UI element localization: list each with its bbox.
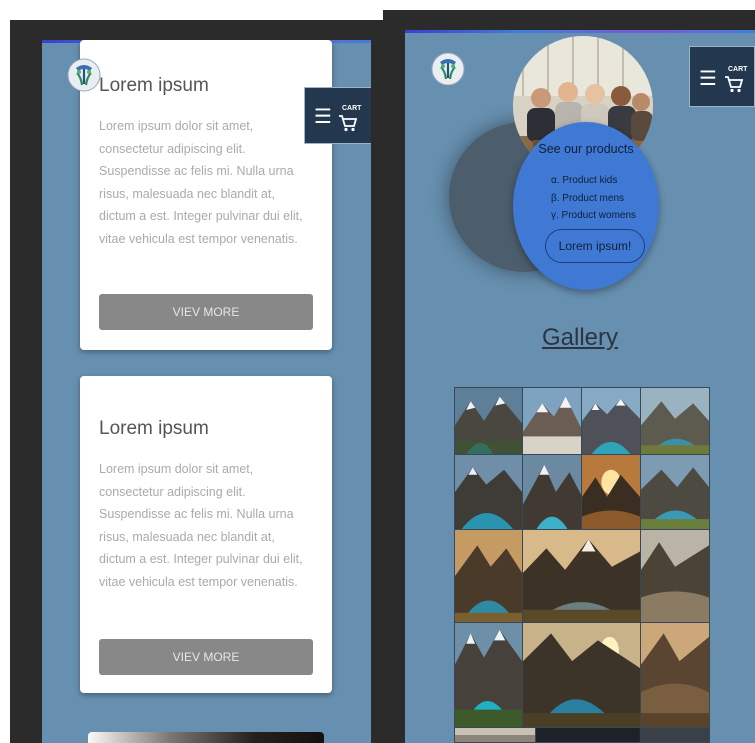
content-card: Lorem ipsum Lorem ipsum dolor sit amet, … — [80, 40, 332, 350]
top-accent-line — [405, 30, 755, 33]
gallery-image[interactable] — [640, 454, 710, 530]
gallery-image[interactable] — [640, 529, 710, 623]
card-text: Lorem ipsum dolor sit amet, consectetur … — [99, 462, 303, 589]
products-title: See our products — [538, 142, 634, 156]
gallery-image[interactable] — [454, 387, 523, 455]
left-phone-frame: Lorem ipsum Lorem ipsum dolor sit amet, … — [10, 20, 383, 743]
gallery-image[interactable] — [535, 727, 710, 743]
gallery-image[interactable] — [454, 622, 523, 728]
cart-icon[interactable] — [338, 114, 358, 132]
gallery-image[interactable] — [522, 387, 582, 455]
logo-icon[interactable] — [431, 52, 465, 86]
view-more-button[interactable]: VIEV MORE — [99, 639, 313, 675]
lorem-ipsum-button[interactable]: Lorem ipsum! — [545, 229, 645, 263]
content-card: Lorem ipsum Lorem ipsum dolor sit amet, … — [80, 376, 332, 693]
gallery-image[interactable] — [581, 454, 641, 530]
hamburger-icon[interactable]: ☰ — [699, 69, 717, 89]
gallery-title[interactable]: Gallery — [405, 324, 755, 352]
card-title: Lorem ipsum — [99, 75, 209, 96]
products-list: α. Product kids β. Product mens γ. Produ… — [551, 172, 636, 225]
hamburger-icon[interactable]: ☰ — [314, 107, 332, 127]
gallery-image[interactable] — [454, 454, 523, 530]
logo-icon[interactable] — [67, 58, 101, 92]
product-link-mens[interactable]: β. Product mens — [551, 190, 636, 208]
card-title: Lorem ipsum — [99, 418, 209, 439]
gallery-image[interactable] — [581, 387, 641, 455]
product-link-womens[interactable]: γ. Product womens — [551, 207, 636, 225]
products-panel: See our products α. Product kids β. Prod… — [513, 122, 659, 290]
gallery-image[interactable] — [522, 529, 641, 623]
partial-image-card — [88, 732, 324, 743]
menu-cart-button[interactable]: ☰ CART — [304, 87, 371, 144]
gallery-image[interactable] — [454, 529, 523, 623]
right-phone-frame: See our products α. Product kids β. Prod… — [383, 10, 755, 743]
cart-icon[interactable] — [724, 75, 744, 93]
gallery-grid — [454, 387, 710, 743]
right-screen: See our products α. Product kids β. Prod… — [405, 30, 755, 743]
gallery-image[interactable] — [640, 387, 710, 455]
view-more-button[interactable]: VIEV MORE — [99, 294, 313, 330]
gallery-image[interactable] — [522, 454, 582, 530]
menu-cart-button[interactable]: ☰ CART — [689, 46, 755, 107]
left-screen: Lorem ipsum Lorem ipsum dolor sit amet, … — [42, 40, 371, 743]
gallery-image[interactable] — [640, 622, 710, 728]
cart-label: CART — [342, 105, 362, 112]
product-link-kids[interactable]: α. Product kids — [551, 172, 636, 190]
gallery-image[interactable] — [454, 727, 536, 743]
gallery-image[interactable] — [522, 622, 641, 728]
card-text: Lorem ipsum dolor sit amet, consectetur … — [99, 119, 303, 246]
cart-label: CART — [728, 66, 748, 73]
